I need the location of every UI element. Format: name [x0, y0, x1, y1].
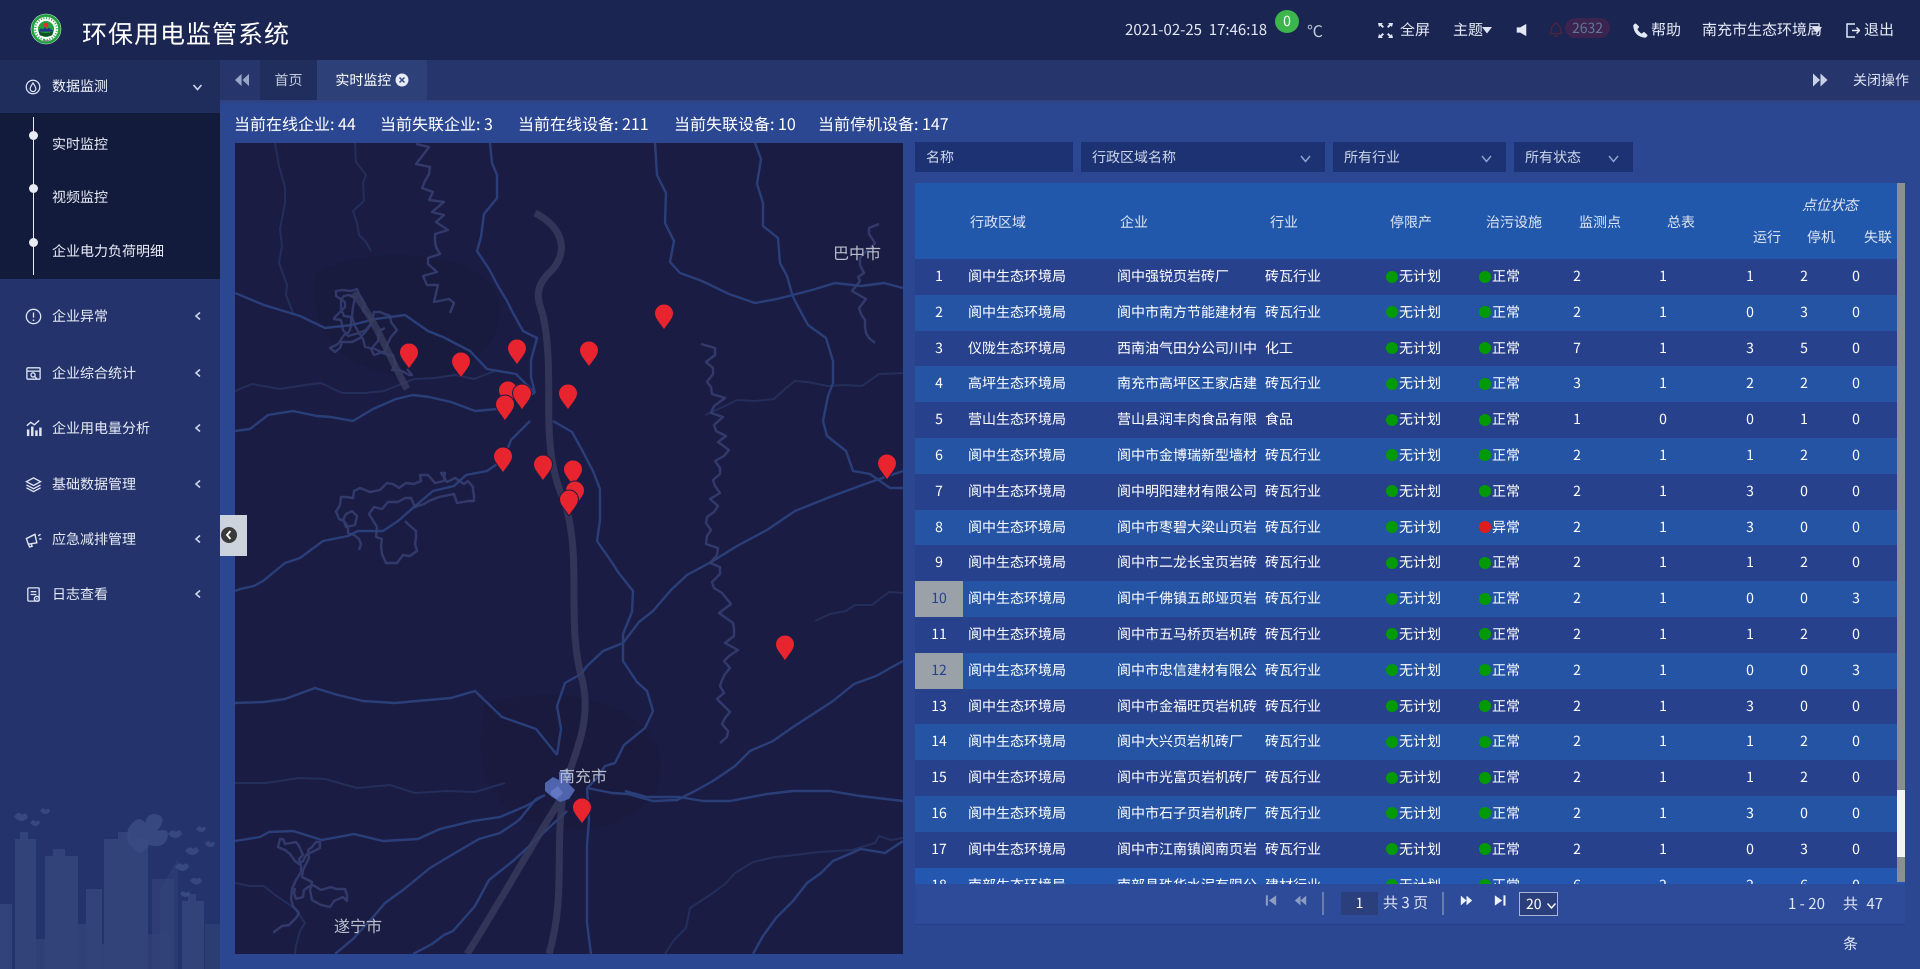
svg-text:巴中市: 巴中市: [833, 240, 881, 264]
svg-text:南充市: 南充市: [559, 763, 607, 787]
svg-text:遂宁市: 遂宁市: [334, 913, 382, 937]
